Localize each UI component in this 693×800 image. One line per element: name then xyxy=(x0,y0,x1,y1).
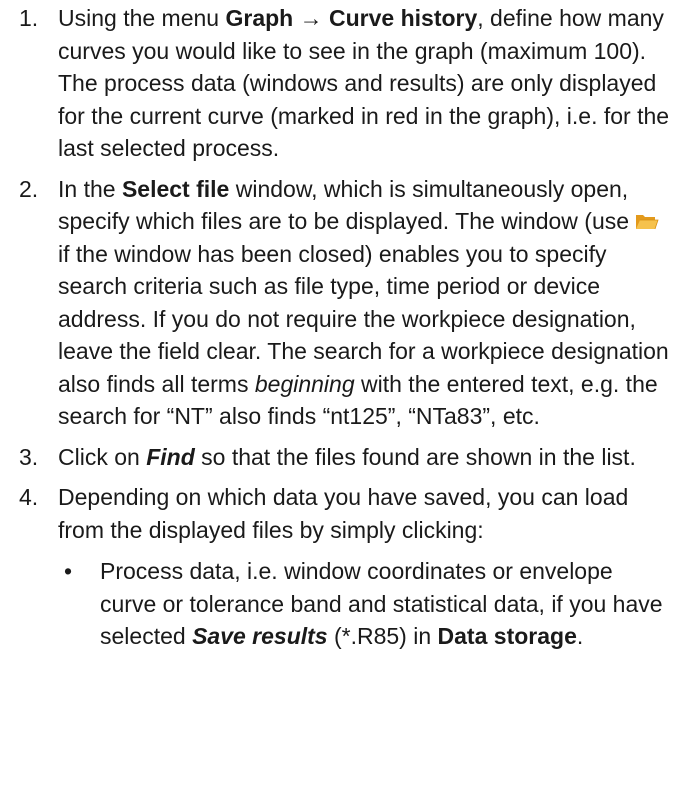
bullet-symbol: • xyxy=(64,558,73,584)
step-4: 4. Depending on which data you have save… xyxy=(0,481,693,546)
bullet-text: (*.R85) in xyxy=(327,623,438,649)
save-results-label: Save results xyxy=(192,623,328,649)
step-text: Click on xyxy=(58,443,147,470)
step-number: 4. xyxy=(19,484,39,510)
step-3: 3. Click on Find so that the files found… xyxy=(0,441,693,474)
step-text: so that the files found are shown in the… xyxy=(194,443,636,470)
menu-graph: Graph xyxy=(225,5,294,31)
select-file-label: Select file xyxy=(121,175,230,202)
find-label: Find xyxy=(146,443,195,470)
beginning-emphasis: beginning xyxy=(254,370,355,397)
menu-curve-history: Curve history xyxy=(329,5,478,31)
step-text: Using the menu xyxy=(58,5,226,31)
open-folder-icon xyxy=(635,212,659,231)
step-number: 3. xyxy=(19,443,39,470)
step-1: 1. Using the menu Graph → Curve history,… xyxy=(0,2,693,165)
step-number: 2. xyxy=(19,175,39,202)
data-storage-label: Data storage xyxy=(437,623,577,649)
document-page: 1. Using the menu Graph → Curve history,… xyxy=(0,2,693,800)
step-text: In the xyxy=(58,175,122,202)
step-text: Depending on which data you have saved, … xyxy=(58,484,629,543)
bullet-text: . xyxy=(576,623,584,649)
bullet-item: • Process data, i.e. window coordinates … xyxy=(0,555,693,653)
step-number: 1. xyxy=(19,5,39,31)
menu-arrow: → xyxy=(293,5,329,31)
step-2: 2. In the Select file window, which is s… xyxy=(0,173,693,433)
